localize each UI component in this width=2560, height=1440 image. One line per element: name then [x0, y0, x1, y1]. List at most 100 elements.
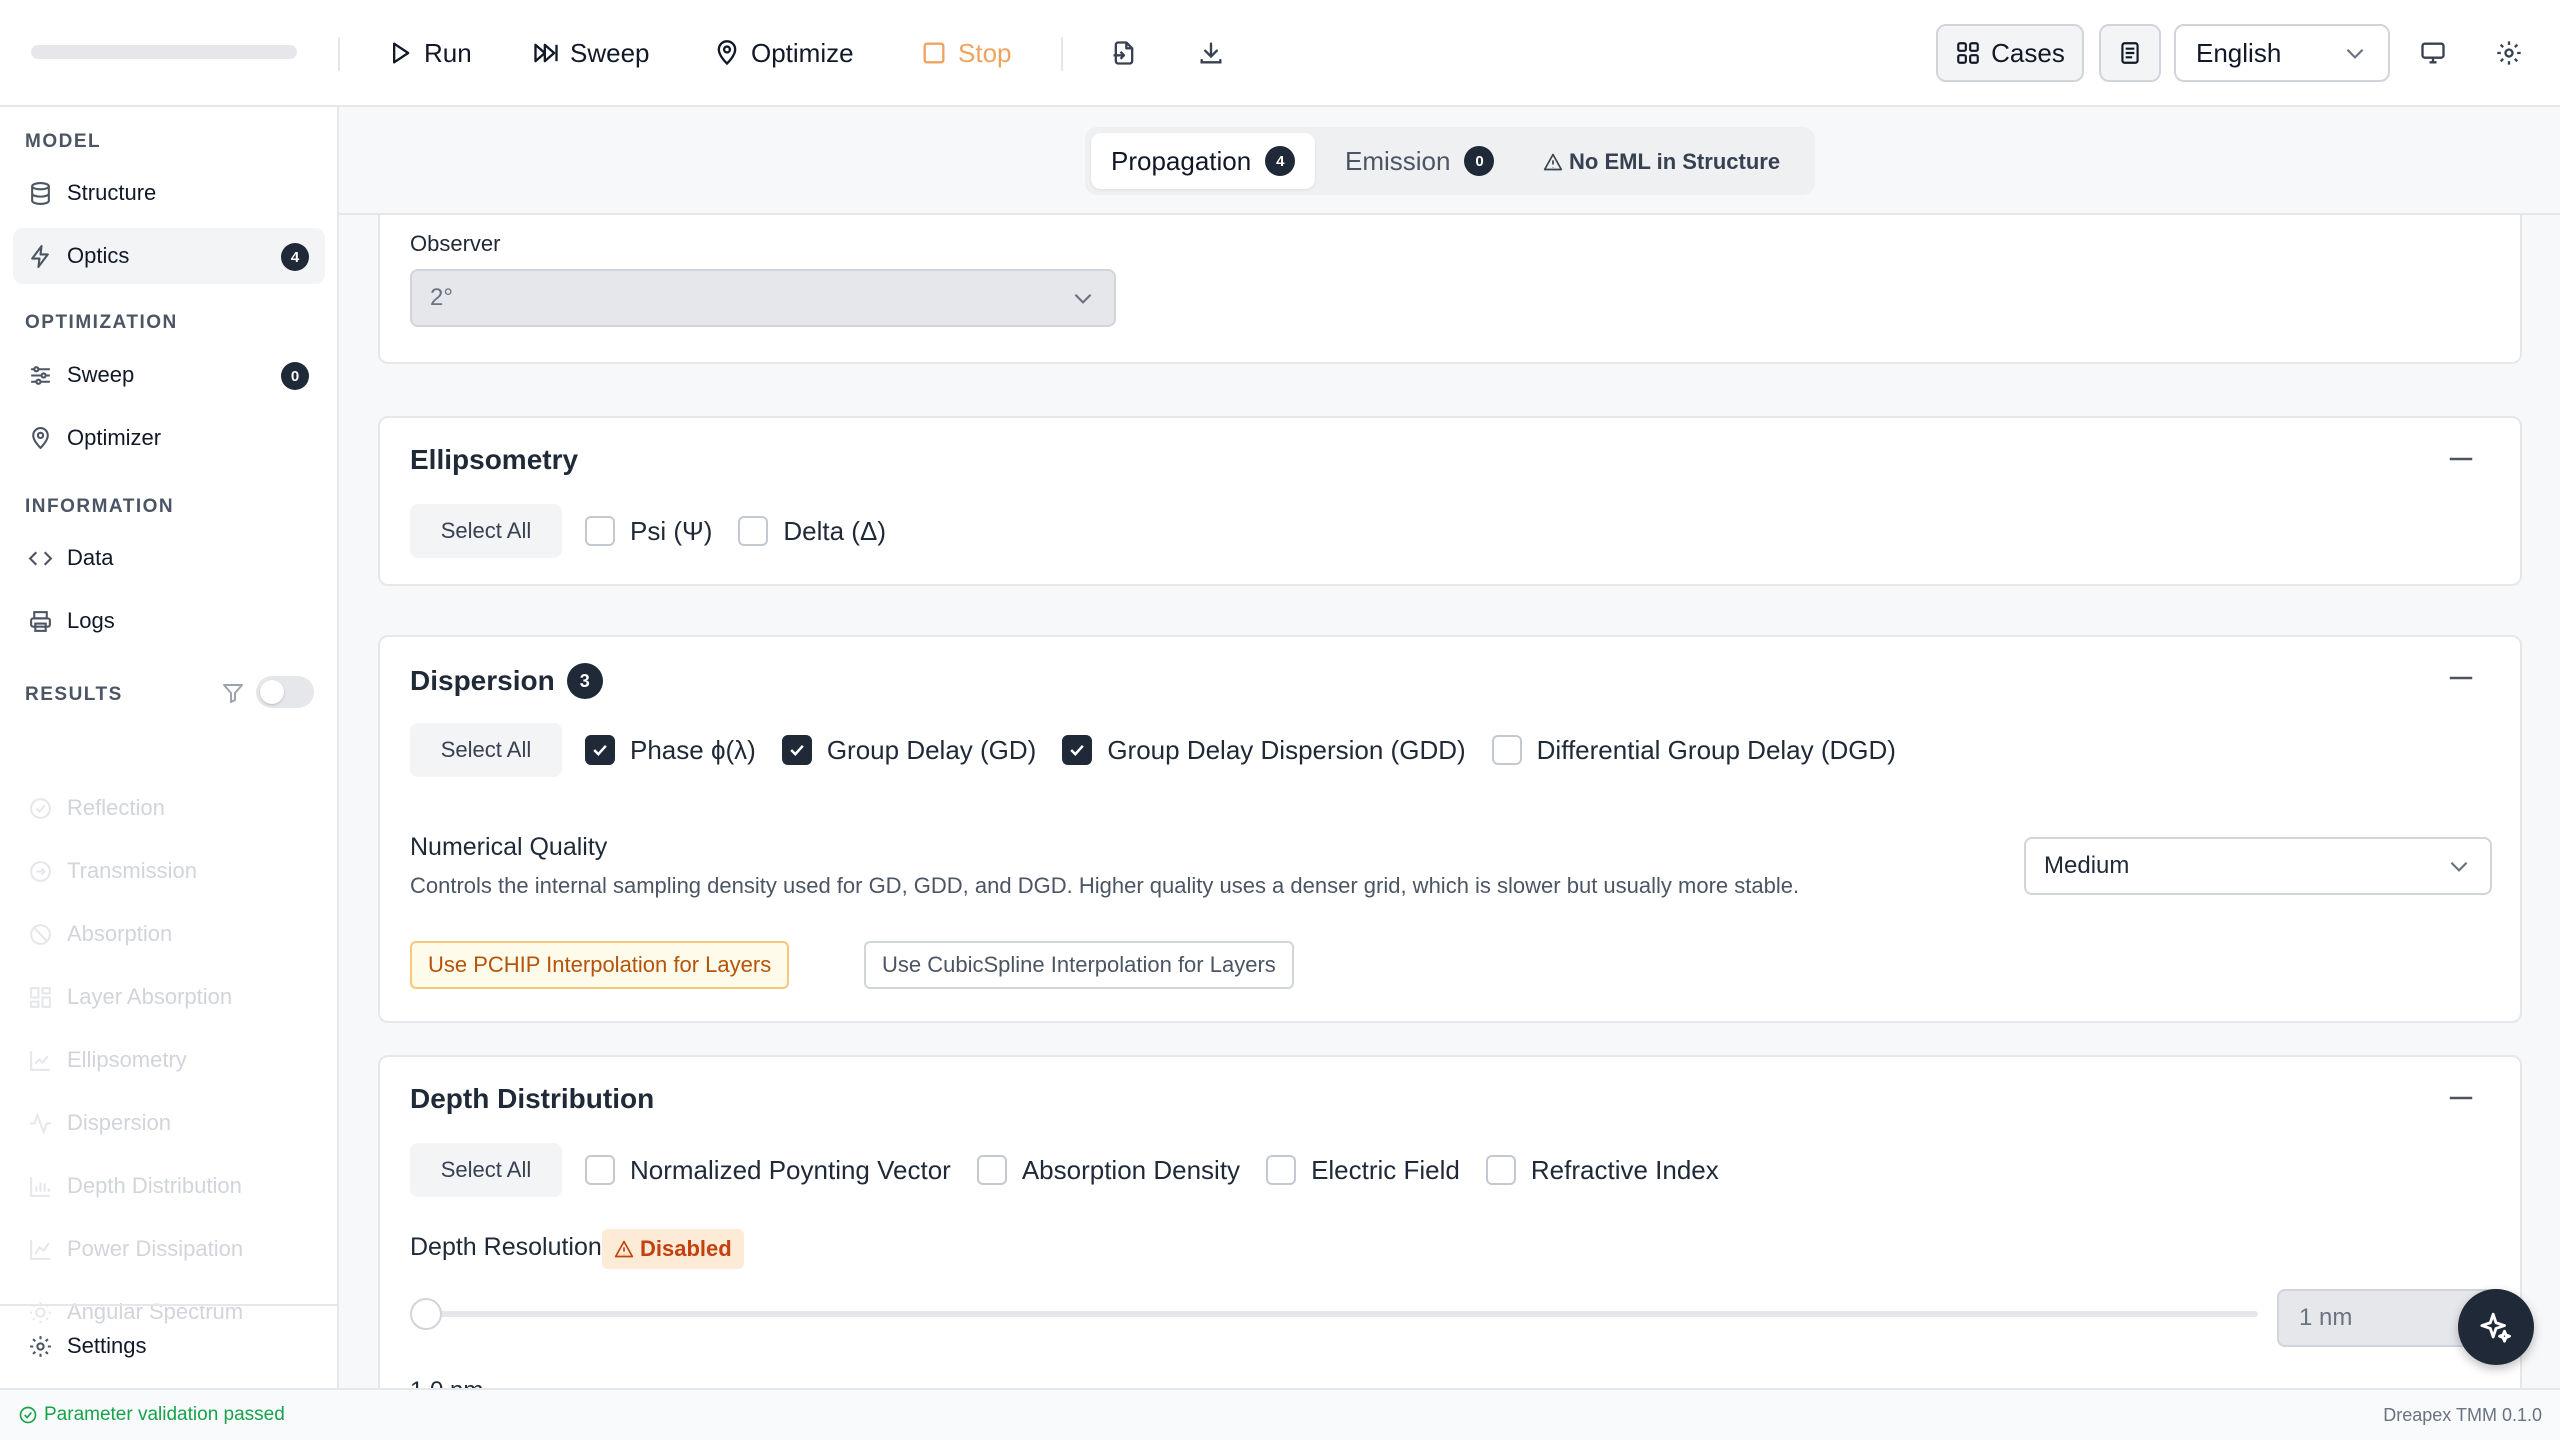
group-delay-checkbox[interactable]: Group Delay (GD) [781, 735, 1036, 766]
checkbox-box[interactable] [1062, 735, 1093, 765]
filter-icon[interactable] [221, 681, 245, 705]
checkbox-box[interactable] [1485, 1155, 1516, 1185]
sidebar-item-logs[interactable]: Logs [13, 593, 325, 649]
check-icon [1070, 744, 1085, 756]
collapse-icon[interactable] [2446, 444, 2476, 474]
notes-button[interactable] [2099, 24, 2161, 82]
stop-button[interactable]: Stop [920, 30, 1012, 76]
psi-checkbox[interactable]: Psi (Ψ) [585, 516, 712, 547]
results-filter-toggle[interactable] [256, 676, 314, 708]
play-icon [393, 42, 410, 64]
gdd-checkbox[interactable]: Group Delay Dispersion (GDD) [1062, 735, 1466, 766]
optimization-section-header: OPTIMIZATION [25, 312, 178, 333]
optics-count-badge: 4 [281, 243, 309, 271]
sweep-button[interactable]: Sweep [532, 30, 650, 76]
emission-count-badge: 0 [1464, 146, 1495, 176]
pchip-interpolation-button[interactable]: Use PCHIP Interpolation for Layers [410, 941, 790, 989]
fast-forward-icon [534, 43, 558, 63]
optimize-button[interactable]: Optimize [713, 30, 854, 76]
phase-checkbox[interactable]: Phase ϕ(λ) [585, 735, 756, 766]
ellipsometry-title: Ellipsometry [410, 444, 579, 475]
delta-checkbox[interactable]: Delta (Δ) [738, 516, 886, 547]
checkbox-box[interactable] [585, 516, 615, 546]
checkbox-box[interactable] [585, 1155, 615, 1185]
ai-assistant-button[interactable] [2458, 1289, 2534, 1365]
cases-button[interactable]: Cases [1936, 24, 2084, 82]
dgd-checkbox[interactable]: Differential Group Delay (DGD) [1491, 735, 1896, 766]
depth-select-all-button[interactable]: Select All [410, 1143, 562, 1197]
stop-square-icon [923, 42, 945, 64]
observer-select[interactable]: 2° [410, 269, 1116, 327]
chevron-down-icon [2346, 48, 2364, 59]
sidebar-item-sweep[interactable]: Sweep 0 [13, 347, 325, 403]
sidebar-item-data[interactable]: Data [13, 530, 325, 586]
gear-icon [2497, 41, 2521, 65]
sidebar-item-depth-distribution[interactable]: Depth Distribution [13, 1158, 325, 1214]
layout-grid-icon [30, 986, 51, 1008]
sidebar-item-absorption[interactable]: Absorption [13, 906, 325, 962]
dispersion-count-badge: 3 [566, 663, 603, 699]
document-icon [2121, 42, 2139, 64]
location-pin-icon [32, 426, 49, 449]
depth-resolution-slider-track[interactable] [420, 1311, 2258, 1317]
sliders-icon [31, 365, 50, 385]
tab-emission[interactable]: Emission 0 [1325, 133, 1514, 189]
sidebar-item-ellipsometry[interactable]: Ellipsometry [13, 1032, 325, 1088]
collapse-icon[interactable] [2446, 663, 2476, 693]
collapse-icon[interactable] [2446, 1083, 2476, 1113]
cubicspline-interpolation-button[interactable]: Use CubicSpline Interpolation for Layers [864, 941, 1294, 989]
depth-resolution-value: 1.0 nm [410, 1377, 483, 1388]
database-icon [31, 181, 50, 205]
sidebar-item-dispersion[interactable]: Dispersion [13, 1095, 325, 1151]
numerical-quality-select[interactable]: Medium [2024, 837, 2492, 895]
sweep-count-badge: 0 [281, 362, 309, 390]
checkbox-box[interactable] [1491, 735, 1522, 765]
settings-button[interactable] [2492, 36, 2526, 70]
checkbox-box[interactable] [781, 735, 812, 765]
chevron-down-icon [2450, 861, 2468, 872]
model-section-header: MODEL [25, 131, 102, 152]
location-pin-icon [717, 40, 737, 66]
sidebar-item-structure[interactable]: Structure [13, 165, 325, 221]
toolbar-divider [338, 37, 340, 71]
sidebar-item-transmission[interactable]: Transmission [13, 843, 325, 899]
checkbox-box[interactable] [585, 735, 615, 765]
depth-disabled-badge: Disabled [602, 1229, 744, 1269]
sidebar-item-power-dissipation[interactable]: Power Dissipation [13, 1221, 325, 1277]
depth-resolution-label: Depth Resolution [410, 1233, 602, 1261]
language-select[interactable]: English [2174, 24, 2390, 82]
run-button[interactable]: Run [386, 30, 472, 76]
checkbox-box[interactable] [1266, 1155, 1297, 1185]
sidebar-item-optimizer[interactable]: Optimizer [13, 410, 325, 466]
sidebar-item-reflection[interactable]: Reflection [13, 780, 325, 836]
app-logo-placeholder [31, 45, 297, 59]
checkbox-box[interactable] [976, 1155, 1007, 1185]
import-button[interactable] [1107, 36, 1141, 70]
absorption-density-checkbox[interactable]: Absorption Density [976, 1155, 1240, 1186]
display-button[interactable] [2416, 36, 2450, 70]
dispersion-options: Phase ϕ(λ) Group Delay (GD) Group Delay … [585, 723, 1922, 777]
electric-field-checkbox[interactable]: Electric Field [1266, 1155, 1460, 1186]
poynting-checkbox[interactable]: Normalized Poynting Vector [585, 1155, 951, 1186]
ellipsometry-card: Ellipsometry Select All Psi (Ψ) Delta (Δ… [378, 416, 2522, 586]
depth-resolution-slider-knob[interactable] [410, 1298, 442, 1330]
dispersion-title: Dispersion 3 [410, 663, 603, 699]
sidebar-item-optics[interactable]: Optics 4 [13, 228, 325, 284]
download-icon [1200, 42, 1222, 64]
warning-icon [1543, 153, 1563, 171]
sidebar-item-settings[interactable]: Settings [13, 1318, 325, 1374]
sidebar-item-layer-absorption[interactable]: Layer Absorption [13, 969, 325, 1025]
dispersion-card: Dispersion 3 Select All Phase ϕ(λ) Group… [378, 635, 2522, 1023]
checkbox-box[interactable] [738, 516, 769, 546]
ellipsometry-select-all-button[interactable]: Select All [410, 504, 562, 558]
observer-card: Observer 2° [378, 215, 2522, 364]
propagation-count-badge: 4 [1265, 146, 1296, 176]
tab-propagation[interactable]: Propagation 4 [1091, 133, 1316, 189]
status-bar: Parameter validation passed Dreapex TMM … [0, 1388, 2560, 1440]
reflection-icon [30, 797, 51, 819]
dispersion-select-all-button[interactable]: Select All [410, 723, 562, 777]
printer-icon [30, 610, 51, 632]
refractive-index-checkbox[interactable]: Refractive Index [1485, 1155, 1719, 1186]
ellipsometry-options: Psi (Ψ) Delta (Δ) [585, 504, 912, 558]
download-button[interactable] [1194, 36, 1228, 70]
